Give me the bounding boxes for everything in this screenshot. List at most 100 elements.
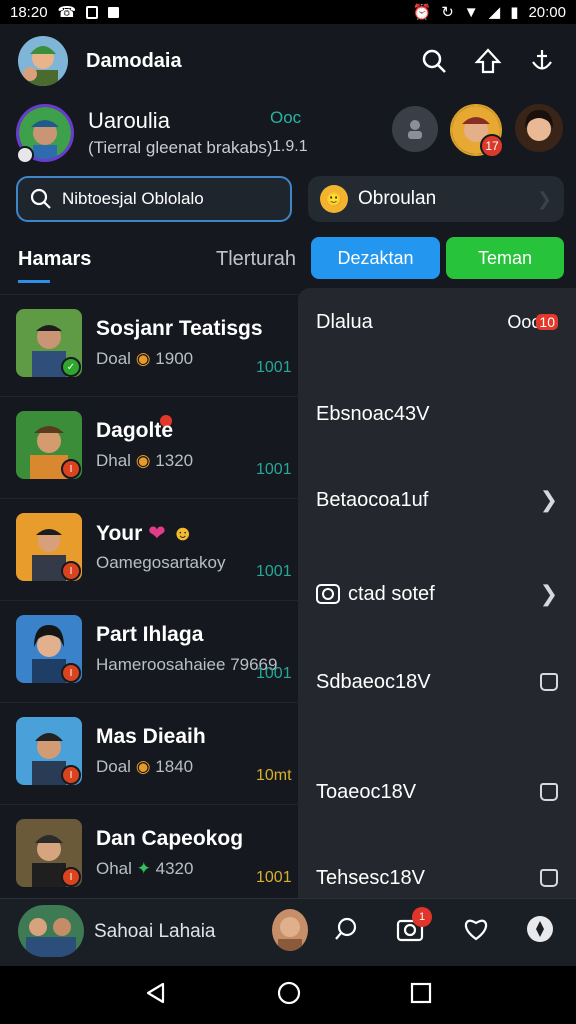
- app-notification-icon: [108, 6, 120, 18]
- group-avatar[interactable]: [18, 905, 84, 957]
- chevron-right-icon: ❯: [539, 581, 558, 606]
- notification-badge: 1: [412, 907, 432, 927]
- chat-list: ✓ Sosjanr Teatisgs Doal ◉ 1900 1001 I Da…: [0, 294, 300, 898]
- chat-time: 1001: [256, 869, 292, 886]
- share-icon[interactable]: [472, 45, 504, 77]
- tab-tlerturah[interactable]: Tlerturah: [216, 248, 296, 271]
- chat-item[interactable]: I Your ❤ ☻ Oamegosartakoy 1001: [0, 498, 300, 600]
- search-icon: [30, 188, 51, 209]
- panel-item[interactable]: Toaeoc18V: [298, 770, 576, 814]
- battery-time: 20:00: [528, 3, 566, 21]
- chat-item[interactable]: I Part Ihlaga Hameroosahaiee 79669 1001: [0, 600, 300, 702]
- chat-preview: Doal ◉ 1900: [96, 349, 194, 368]
- chat-verified-badge: ✓: [61, 357, 81, 377]
- smile-emoji-icon: ☻: [171, 522, 194, 545]
- bottom-label: Sahoai Lahaia: [94, 921, 216, 942]
- chat-preview: Ohal ✦ 4320: [96, 859, 194, 878]
- profile-number: 1.9.1: [272, 138, 308, 155]
- sync-icon: ↻: [441, 4, 454, 21]
- status-right: ⏰ ↻ ▼ ◢ ▮ 20:00: [412, 3, 566, 22]
- chat-badge: I: [61, 459, 81, 479]
- settings-icon[interactable]: [524, 913, 556, 945]
- heart-emoji-icon: ❤: [148, 522, 166, 545]
- back-icon[interactable]: [144, 981, 168, 1010]
- person-placeholder-icon[interactable]: [392, 106, 438, 152]
- search-bar[interactable]: [16, 176, 292, 222]
- chat-name: Your ❤ ☻: [96, 522, 194, 545]
- tab-hamars[interactable]: Hamars: [18, 248, 91, 283]
- chat-time: 1001: [256, 359, 292, 376]
- header-actions: [418, 45, 558, 77]
- gem-icon: ✦: [136, 859, 151, 878]
- status-time: 18:20: [10, 3, 48, 21]
- bottom-bar: Sahoai Lahaia 1: [0, 898, 576, 966]
- alarm-icon: ⏰: [412, 4, 432, 21]
- chat-badge: I: [61, 663, 81, 683]
- heart-chat-icon[interactable]: [460, 913, 492, 945]
- panel-item[interactable]: Betaocoa1uf ❯: [298, 478, 576, 522]
- friend-avatar[interactable]: [515, 104, 563, 152]
- wifi-icon: ▼: [463, 3, 479, 21]
- chat-time: 1001: [256, 563, 292, 580]
- bookmark-icon: [540, 783, 558, 801]
- search-icon[interactable]: [330, 913, 362, 945]
- group-chip-label: Obroulan: [358, 188, 437, 209]
- search-input[interactable]: [62, 189, 262, 209]
- chat-preview: Hameroosahaiee 79669: [96, 655, 278, 674]
- panel-item[interactable]: ctad sotef ❯: [298, 572, 576, 616]
- notification-icon: ☎: [57, 4, 77, 21]
- panel-item[interactable]: Tehsesc18V: [298, 858, 576, 898]
- chat-time: 1001: [256, 461, 292, 478]
- coin-icon: ◉: [135, 757, 151, 776]
- friend-badge: 17: [480, 134, 504, 158]
- search-icon[interactable]: [418, 45, 450, 77]
- status-badge: [16, 146, 34, 164]
- coin-icon: ◉: [135, 451, 151, 470]
- panel-item-label: Betaocoa1uf: [316, 488, 429, 511]
- recents-icon[interactable]: [410, 982, 432, 1009]
- chat-name: Dan Capeokog: [96, 827, 244, 850]
- home-icon[interactable]: [277, 981, 301, 1010]
- chat-preview: Dhal ◉ 1320: [96, 451, 194, 470]
- header-avatar[interactable]: [18, 36, 68, 86]
- chat-item[interactable]: I Dan Capeokog Ohal ✦ 4320 1001: [0, 804, 300, 898]
- profile-subtitle: (Tierral gleenat brakabs): [88, 138, 273, 157]
- panel-count-badge: 10: [536, 314, 558, 330]
- primary-action-button[interactable]: Dezaktan: [311, 237, 440, 279]
- panel-item-label: Tehsesc18V: [316, 866, 425, 889]
- chat-item[interactable]: ✓ Sosjanr Teatisgs Doal ◉ 1900 1001: [0, 294, 300, 396]
- chat-badge: I: [61, 765, 81, 785]
- emoji-icon: 🙂: [320, 185, 348, 213]
- battery-icon: ▮: [510, 4, 519, 21]
- chevron-right-icon: ❯: [539, 487, 558, 512]
- app-title: Damodaia: [86, 49, 182, 72]
- bookmark-icon: [540, 673, 558, 691]
- signal-icon: ◢: [488, 4, 501, 21]
- panel-item-label: Toaeoc18V: [316, 780, 417, 803]
- friend-button[interactable]: Teman: [446, 237, 564, 279]
- system-nav-bar: [0, 966, 576, 1024]
- group-chip[interactable]: 🙂 Obroulan ❯: [308, 176, 564, 222]
- status-left: 18:20 ☎: [10, 3, 120, 21]
- panel-item[interactable]: Sdbaeoc18V: [298, 660, 576, 704]
- chat-name: Sosjanr Teatisgs: [96, 317, 263, 340]
- chat-name: Dagolte: [96, 419, 174, 442]
- chat-name: Part Ihlaga: [96, 623, 204, 646]
- chat-item[interactable]: I Mas Dieaih Doal ◉ 1840 10mt: [0, 702, 300, 804]
- status-bar: 18:20 ☎ ⏰ ↻ ▼ ◢ ▮ 20:00: [0, 0, 576, 24]
- panel-item-label: Ebsnoac43V: [316, 402, 430, 425]
- chevron-right-icon: ❯: [536, 188, 552, 209]
- my-avatar[interactable]: [272, 909, 308, 951]
- app-screen: Damodaia Uaroulia (Tierral gleenat braka…: [0, 24, 576, 966]
- panel-title: Dlalua: [316, 310, 373, 333]
- coin-icon: ◉: [135, 349, 151, 368]
- chat-preview: Oamegosartakoy: [96, 553, 226, 572]
- anchor-icon[interactable]: [526, 45, 558, 77]
- dropdown-panel: Dlalua Ooc 10 Ebsnoac43V Betaocoa1uf ❯ c…: [298, 288, 576, 898]
- app-header: Damodaia: [0, 24, 576, 98]
- chat-time: 1001: [256, 665, 292, 682]
- panel-item[interactable]: Ebsnoac43V: [298, 392, 576, 436]
- chat-item[interactable]: I Dagolte Dhal ◉ 1320 1001: [0, 396, 300, 498]
- chat-name: Mas Dieaih: [96, 725, 206, 748]
- profile-row: Uaroulia (Tierral gleenat brakabs) Ooc 1…: [0, 104, 576, 164]
